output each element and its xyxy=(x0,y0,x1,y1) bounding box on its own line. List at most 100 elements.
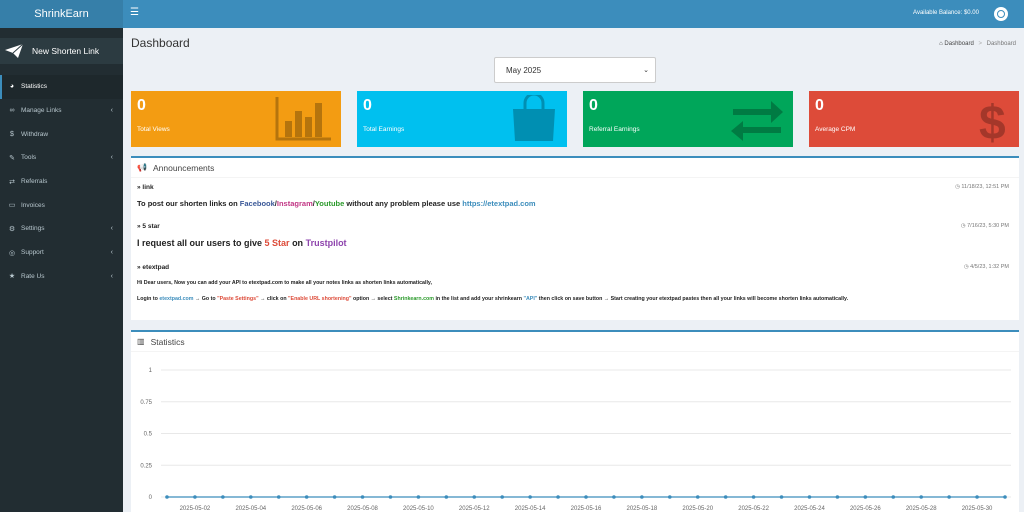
x-tick-label: 2025-05-10 xyxy=(403,506,434,512)
etextpad-link[interactable]: etextpad.com xyxy=(159,296,193,302)
data-point xyxy=(668,495,672,499)
announcement-item: » etextpad ◷ 4/5/23, 1:32 PM Hi Dear use… xyxy=(137,264,1013,302)
sidebar-item-tools[interactable]: ✎ Tools ‹ xyxy=(0,146,123,170)
sidebar-item-label: Invoices xyxy=(21,201,45,209)
data-point xyxy=(500,495,505,499)
data-point xyxy=(444,495,449,499)
announcement-body-line1: Hi Dear users, Now you can add your API … xyxy=(137,280,432,286)
data-point xyxy=(360,495,365,499)
paper-plane-icon xyxy=(5,43,24,58)
new-shorten-link-button[interactable]: New Shorten Link xyxy=(0,38,123,64)
home-icon: ⌂ xyxy=(939,41,943,47)
logo[interactable]: ShrinkEarn xyxy=(0,0,123,28)
sidebar-item-referrals[interactable]: ⇄ Referrals xyxy=(0,170,123,194)
sidebar-item-label: Support xyxy=(21,249,44,257)
x-tick-label: 2025-05-22 xyxy=(738,506,769,512)
main-content: Dashboard ⌂ Dashboard > Dashboard May 20… xyxy=(123,28,1024,512)
y-tick-label: 0.75 xyxy=(140,400,152,406)
breadcrumb-home[interactable]: Dashboard xyxy=(944,41,973,47)
data-point xyxy=(304,495,309,499)
referral-earnings-tile: 0 Referral Earnings xyxy=(583,91,793,147)
svg-text:$: $ xyxy=(979,97,1006,145)
sidebar-item-withdraw[interactable]: $ Withdraw xyxy=(0,122,123,146)
shrinkearn-link[interactable]: Shrinkearn.com xyxy=(394,296,434,302)
tile-label: Total Earnings xyxy=(363,126,405,133)
data-point xyxy=(528,495,532,499)
data-point xyxy=(556,495,560,499)
x-tick-label: 2025-05-18 xyxy=(627,506,658,512)
announcement-title: » link xyxy=(137,184,154,191)
sidebar-item-label: Tools xyxy=(21,154,37,162)
chevron-left-icon: ‹ xyxy=(110,107,113,115)
data-point xyxy=(388,495,393,499)
menu-toggle-icon[interactable]: ☰ xyxy=(130,8,139,18)
sidebar-item-invoices[interactable]: ▭ Invoices xyxy=(0,193,123,217)
x-tick-label: 2025-05-08 xyxy=(347,506,378,512)
x-tick-label: 2025-05-26 xyxy=(850,506,881,512)
tile-label: Average CPM xyxy=(815,126,856,133)
tile-value: 0 xyxy=(815,97,824,114)
data-point xyxy=(751,495,756,499)
announcement-item: » 5 star ◷ 7/16/23, 5:30 PM I request al… xyxy=(137,223,1013,248)
x-tick-label: 2025-05-14 xyxy=(515,506,546,512)
sidebar-item-statistics[interactable]: ◕ Statistics xyxy=(0,75,123,99)
link-icon: ∞ xyxy=(9,107,15,115)
announcement-time: ◷ 7/16/23, 5:30 PM xyxy=(960,223,1009,229)
announcements-header: 📢 Announcements xyxy=(131,158,1019,178)
chevron-left-icon: ‹ xyxy=(110,154,113,162)
credit-card-icon: ▭ xyxy=(8,202,16,210)
chevron-left-icon: ‹ xyxy=(110,225,113,233)
facebook-text: Facebook xyxy=(239,199,275,208)
x-tick-label: 2025-05-24 xyxy=(794,506,825,512)
sidebar-item-settings[interactable]: ⚙ Settings ‹ xyxy=(0,217,123,241)
x-tick-label: 2025-05-30 xyxy=(962,506,993,512)
tile-value: 0 xyxy=(363,97,372,114)
data-point xyxy=(249,495,253,499)
month-select-value: May 2025 xyxy=(506,65,542,75)
tile-label: Referral Earnings xyxy=(589,126,640,133)
shopping-bag-icon xyxy=(513,95,555,141)
tile-value: 0 xyxy=(589,97,598,114)
y-tick-label: 0.25 xyxy=(140,463,152,469)
data-point xyxy=(975,495,979,499)
tile-label: Total Views xyxy=(137,126,170,133)
x-tick-label: 2025-05-16 xyxy=(571,506,602,512)
sidebar: New Shorten Link ◕ Statistics ∞ Manage L… xyxy=(0,28,123,512)
sidebar-item-label: Withdraw xyxy=(21,130,49,138)
data-point xyxy=(193,495,197,499)
tile-value: 0 xyxy=(137,97,146,114)
data-point xyxy=(416,495,421,499)
data-point xyxy=(640,495,644,499)
new-shorten-link-label: New Shorten Link xyxy=(32,46,100,56)
trustpilot-text: Trustpilot xyxy=(305,238,347,248)
announcement-title: » 5 star xyxy=(137,223,160,230)
y-tick-label: 0.5 xyxy=(144,432,153,438)
five-star-text: 5 Star xyxy=(264,238,290,248)
etextpad-link[interactable]: https://etextpad.com xyxy=(462,199,535,208)
youtube-text: Youtube xyxy=(314,199,345,208)
announcements-box: 📢 Announcements » link ◷ 11/18/23, 12:51… xyxy=(131,156,1019,320)
statistics-box: ▥ Statistics 0 0.25 0.5 0.75 1 2025-05-02 2025… xyxy=(131,330,1019,512)
user-menu-icon[interactable] xyxy=(994,7,1008,21)
breadcrumb-separator: > xyxy=(978,41,982,47)
total-views-tile: 0 Total Views xyxy=(131,91,341,147)
announcement-time: ◷ 11/18/23, 12:51 PM xyxy=(955,184,1009,190)
sidebar-item-rate-us[interactable]: ★ Rate Us ‹ xyxy=(0,265,123,289)
month-select[interactable]: May 2025 ⌄ xyxy=(494,57,656,83)
x-tick-label: 2025-05-04 xyxy=(235,506,266,512)
y-tick-label: 1 xyxy=(149,368,153,374)
data-point xyxy=(919,495,923,499)
sidebar-item-label: Manage Links xyxy=(21,107,62,115)
x-tick-label: 2025-05-20 xyxy=(682,506,713,512)
sidebar-item-manage-links[interactable]: ∞ Manage Links ‹ xyxy=(0,99,123,123)
top-navbar: ShrinkEarn ☰ Available Balance: $0.00 xyxy=(0,0,1024,28)
exchange-icon xyxy=(731,101,783,141)
announcement-time: ◷ 4/5/23, 1:32 PM xyxy=(963,264,1009,270)
sidebar-item-support[interactable]: ◎ Support ‹ xyxy=(0,241,123,265)
exchange-icon: ⇄ xyxy=(9,178,15,186)
sidebar-item-label: Rate Us xyxy=(21,272,45,280)
data-point xyxy=(891,495,896,499)
data-point xyxy=(1003,495,1007,499)
cogs-icon: ⚙ xyxy=(8,225,16,233)
data-point xyxy=(165,495,169,499)
